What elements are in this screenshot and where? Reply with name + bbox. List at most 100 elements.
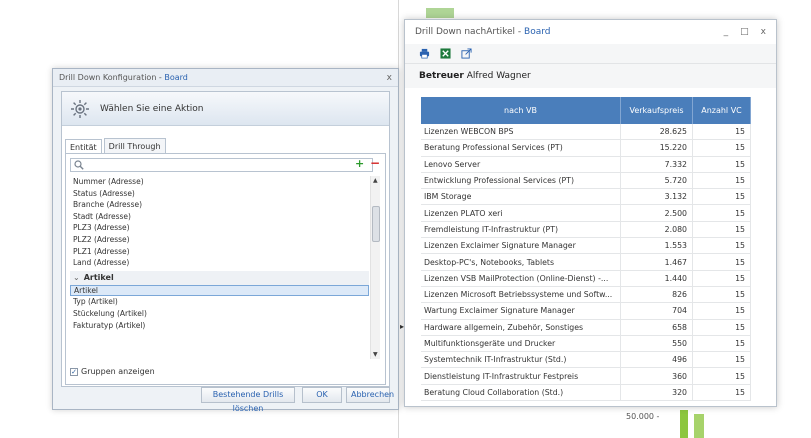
cell-count: 15 bbox=[693, 368, 751, 384]
table-row[interactable]: Desktop-PC's, Notebooks, Tablets 1.467 15 bbox=[421, 254, 751, 271]
list-item[interactable]: Fakturatyp (Artikel) bbox=[70, 320, 369, 332]
list-item[interactable]: PLZ1 (Adresse) bbox=[70, 246, 369, 258]
config-title: Drill Down Konfiguration - Board bbox=[59, 73, 188, 82]
cell-price: 3.132 bbox=[621, 189, 693, 205]
clear-drills-button[interactable]: Bestehende Drills löschen bbox=[201, 387, 295, 413]
table-row[interactable]: Beratung Cloud Collaboration (Std.) 320 15 bbox=[421, 384, 751, 402]
config-title-prefix: Drill Down Konfiguration - bbox=[59, 73, 165, 82]
table-row[interactable]: Entwicklung Professional Services (PT) 5.… bbox=[421, 172, 751, 190]
cell-name: Lizenzen PLATO xeri bbox=[421, 205, 621, 221]
close-button[interactable]: x bbox=[761, 27, 766, 37]
window-controls: _ □ x bbox=[724, 27, 766, 37]
cancel-button[interactable]: Abbrechen bbox=[346, 387, 394, 403]
cell-price: 1.467 bbox=[621, 254, 693, 270]
cell-price: 28.625 bbox=[621, 124, 693, 140]
table-row[interactable]: Beratung Professional Services (PT) 15.22… bbox=[421, 140, 751, 157]
scroll-thumb[interactable] bbox=[372, 206, 380, 242]
subtitle-label: Betreuer bbox=[419, 71, 464, 81]
drill-title-board: Board bbox=[524, 27, 551, 37]
table-row[interactable]: Wartung Exclaimer Signature Manager 704 15 bbox=[421, 303, 751, 320]
list-item[interactable]: PLZ3 (Adresse) bbox=[70, 222, 369, 234]
list-item[interactable]: PLZ2 (Adresse) bbox=[70, 234, 369, 246]
cell-name: Wartung Exclaimer Signature Manager bbox=[421, 303, 621, 319]
export-icon[interactable] bbox=[461, 48, 472, 59]
cell-name: Lizenzen Exclaimer Signature Manager bbox=[421, 238, 621, 254]
list-item[interactable]: Branche (Adresse) bbox=[70, 199, 369, 211]
cell-price: 7.332 bbox=[621, 156, 693, 172]
cell-name: Dienstleistung IT-Infrastruktur Festprei… bbox=[421, 368, 621, 384]
cell-count: 15 bbox=[693, 238, 751, 254]
column-header-count[interactable]: Anzahl VC bbox=[693, 97, 751, 124]
table-row[interactable]: Lenovo Server 7.332 15 bbox=[421, 156, 751, 173]
table-row[interactable]: Fremdleistung IT-Infrastruktur (PT) 2.080… bbox=[421, 221, 751, 239]
group-checkbox[interactable]: ✓ bbox=[70, 367, 78, 376]
cell-count: 15 bbox=[693, 319, 751, 335]
config-titlebar[interactable]: Drill Down Konfiguration - Board x bbox=[53, 69, 398, 87]
drill-titlebar[interactable]: Drill Down nachArtikel - Board _ □ x bbox=[405, 20, 776, 44]
list-item-selected[interactable]: Artikel bbox=[70, 284, 369, 297]
cell-count: 15 bbox=[693, 335, 751, 352]
cell-name: IBM Storage bbox=[421, 189, 621, 205]
table-row[interactable]: Lizenzen WEBCON BPS 28.625 15 bbox=[421, 124, 751, 141]
cell-price: 2.080 bbox=[621, 221, 693, 238]
list-item[interactable]: Stadt (Adresse) bbox=[70, 211, 369, 223]
config-close-button[interactable]: x bbox=[387, 73, 392, 83]
entity-list[interactable]: Nummer (Adresse) Status (Adresse) Branch… bbox=[70, 176, 369, 359]
column-header-vb[interactable]: nach VB bbox=[421, 97, 621, 124]
config-header-text: Wählen Sie eine Aktion bbox=[100, 103, 204, 114]
search-input[interactable] bbox=[70, 158, 373, 172]
list-item[interactable]: Nummer (Adresse) bbox=[70, 176, 369, 188]
cell-price: 5.720 bbox=[621, 172, 693, 189]
config-title-board: Board bbox=[164, 73, 188, 82]
scroll-up-icon[interactable]: ▲ bbox=[373, 177, 378, 184]
cell-count: 15 bbox=[693, 221, 751, 238]
list-item[interactable]: Stückelung (Artikel) bbox=[70, 308, 369, 320]
table-row[interactable]: Multifunktionsgeräte und Drucker 550 15 bbox=[421, 335, 751, 353]
tab-drill-through[interactable]: Drill Through bbox=[103, 138, 166, 154]
table-row[interactable]: Lizenzen VSB MailProtection (Online-Dien… bbox=[421, 270, 751, 287]
cell-price: 658 bbox=[621, 319, 693, 335]
search-icon bbox=[74, 160, 84, 170]
grid-header: nach VB Verkaufspreis Anzahl VC bbox=[421, 97, 751, 124]
group-checkbox-row[interactable]: ✓ Gruppen anzeigen bbox=[70, 367, 155, 376]
table-row[interactable]: IBM Storage 3.132 15 bbox=[421, 189, 751, 206]
group-checkbox-label: Gruppen anzeigen bbox=[81, 367, 155, 376]
table-row[interactable]: Systemtechnik IT-Infrastruktur (Std.) 496… bbox=[421, 352, 751, 369]
cell-name: Multifunktionsgeräte und Drucker bbox=[421, 335, 621, 352]
drill-config-dialog: Drill Down Konfiguration - Board x Wähle… bbox=[52, 68, 399, 413]
list-item[interactable]: Status (Adresse) bbox=[70, 188, 369, 200]
cell-price: 2.500 bbox=[621, 205, 693, 221]
printer-icon[interactable] bbox=[419, 48, 430, 59]
cell-count: 15 bbox=[693, 352, 751, 368]
scroll-down-icon[interactable]: ▼ bbox=[373, 351, 378, 358]
table-row[interactable]: Lizenzen Microsoft Betriebssysteme und S… bbox=[421, 286, 751, 304]
table-row[interactable]: Dienstleistung IT-Infrastruktur Festprei… bbox=[421, 368, 751, 385]
list-group-artikel[interactable]: ⌄ Artikel bbox=[70, 270, 369, 285]
drill-down-window: Drill Down nachArtikel - Board _ □ x Bet… bbox=[404, 19, 777, 407]
drill-grid: nach VB Verkaufspreis Anzahl VC Lizenzen… bbox=[421, 97, 751, 402]
column-header-price[interactable]: Verkaufspreis bbox=[621, 97, 693, 124]
maximize-button[interactable]: □ bbox=[740, 27, 749, 37]
minimize-button[interactable]: _ bbox=[724, 27, 729, 37]
cell-count: 15 bbox=[693, 303, 751, 319]
add-icon[interactable]: + bbox=[355, 157, 364, 170]
cell-count: 15 bbox=[693, 189, 751, 205]
background-axis-label: 50.000 - bbox=[626, 412, 660, 421]
remove-icon[interactable]: − bbox=[370, 156, 380, 170]
list-item[interactable]: Typ (Artikel) bbox=[70, 296, 369, 308]
list-scrollbar[interactable]: ▲ ▼ bbox=[370, 176, 380, 359]
background-chart-bar bbox=[694, 414, 704, 438]
table-row[interactable]: Lizenzen Exclaimer Signature Manager 1.55… bbox=[421, 238, 751, 255]
cell-name: Lenovo Server bbox=[421, 156, 621, 172]
excel-icon[interactable] bbox=[440, 48, 451, 59]
cell-price: 704 bbox=[621, 303, 693, 319]
drill-subtitle: Betreuer Alfred Wagner bbox=[405, 64, 776, 88]
cell-price: 360 bbox=[621, 368, 693, 384]
cell-name: Entwicklung Professional Services (PT) bbox=[421, 172, 621, 189]
list-item[interactable]: Land (Adresse) bbox=[70, 257, 369, 269]
ok-button[interactable]: OK bbox=[302, 387, 342, 403]
table-row[interactable]: Hardware allgemein, Zubehör, Sonstiges 65… bbox=[421, 319, 751, 336]
config-tabs: Entität Drill Through bbox=[65, 138, 168, 155]
cell-price: 320 bbox=[621, 384, 693, 401]
table-row[interactable]: Lizenzen PLATO xeri 2.500 15 bbox=[421, 205, 751, 222]
